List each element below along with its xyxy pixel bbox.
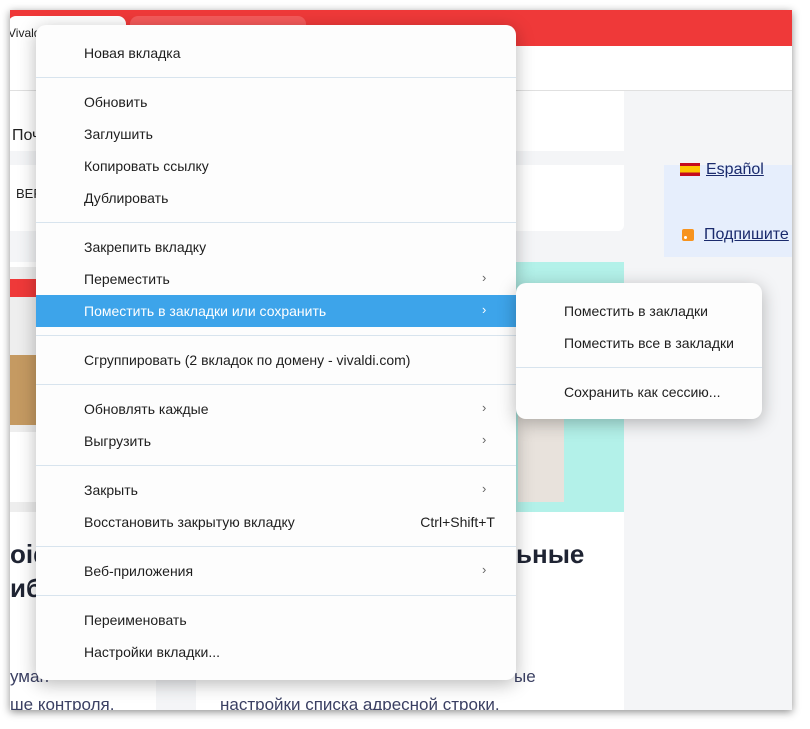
flag-es-icon (680, 163, 700, 177)
menu-item-label: Обновлять каждые (84, 401, 209, 417)
menu-item-web-apps[interactable]: Веб-приложения › (36, 555, 516, 587)
menu-item-duplicate[interactable]: Дублировать (36, 182, 516, 214)
menu-item-group-tabs[interactable]: Сгруппировать (2 вкладок по домену - viv… (36, 344, 516, 376)
chevron-right-icon: › (482, 270, 487, 285)
menu-item-reload-every[interactable]: Обновлять каждые › (36, 393, 516, 425)
tab-context-menu: Новая вкладка Обновить Заглушить Копиров… (36, 25, 516, 680)
menu-item-label: Восстановить закрытую вкладку (84, 514, 295, 530)
lang-label: Español (706, 161, 764, 178)
menu-item-pin-tab[interactable]: Закрепить вкладку (36, 231, 516, 263)
menu-item-label: Переименовать (84, 612, 187, 628)
menu-item-new-tab[interactable]: Новая вкладка (36, 37, 516, 69)
chevron-right-icon: › (482, 400, 487, 415)
submenu-item-label: Поместить в закладки (564, 303, 708, 319)
subscribe-label: Подпишите (704, 226, 789, 243)
menu-separator (36, 335, 516, 336)
menu-item-label: Выгрузить (84, 433, 152, 449)
subscribe-link[interactable]: Подпишите (682, 226, 789, 244)
menu-item-bookmark-or-save[interactable]: Поместить в закладки или сохранить › (36, 295, 516, 327)
menu-separator (516, 367, 762, 368)
chevron-right-icon: › (482, 302, 487, 317)
menu-separator (36, 222, 516, 223)
lang-link-es[interactable]: Español (680, 161, 764, 179)
menu-item-label: Дублировать (84, 190, 169, 206)
menu-item-hibernate[interactable]: Выгрузить › (36, 425, 516, 457)
submenu-item-label: Поместить все в закладки (564, 335, 734, 351)
keyboard-shortcut: Ctrl+Shift+T (420, 514, 495, 530)
menu-item-move[interactable]: Переместить › (36, 263, 516, 295)
menu-item-label: Заглушить (84, 126, 153, 142)
menu-item-mute[interactable]: Заглушить (36, 118, 516, 150)
chevron-right-icon: › (482, 432, 487, 447)
menu-item-label: Поместить в закладки или сохранить (84, 303, 327, 319)
menu-item-close[interactable]: Закрыть › (36, 474, 516, 506)
menu-item-reload[interactable]: Обновить (36, 86, 516, 118)
menu-separator (36, 465, 516, 466)
menu-item-label: Сгруппировать (2 вкладок по домену - viv… (84, 352, 411, 368)
submenu-item-bookmark-all[interactable]: Поместить все в закладки (516, 327, 762, 359)
menu-item-label: Настройки вкладки... (84, 644, 220, 660)
menu-item-label: Закрыть (84, 482, 138, 498)
menu-item-rename[interactable]: Переименовать (36, 604, 516, 636)
article-text-right: ые (514, 667, 536, 686)
article-image-left (10, 267, 38, 512)
bookmark-submenu: Поместить в закладки Поместить все в зак… (516, 283, 762, 419)
menu-separator (36, 595, 516, 596)
menu-item-label: Новая вкладка (84, 45, 181, 61)
chevron-right-icon: › (482, 562, 487, 577)
menu-separator (36, 77, 516, 78)
image-building (10, 355, 38, 425)
menu-item-label: Обновить (84, 94, 148, 110)
menu-separator (36, 384, 516, 385)
rss-icon (682, 228, 694, 241)
submenu-item-save-session[interactable]: Сохранить как сессию... (516, 376, 762, 408)
chevron-right-icon: › (482, 481, 487, 496)
menu-item-label: Копировать ссылку (84, 158, 209, 174)
article-heading-right: ьные (516, 539, 585, 569)
menu-item-label: Закрепить вкладку (84, 239, 207, 255)
menu-item-copy-link[interactable]: Копировать ссылку (36, 150, 516, 182)
menu-item-label: Веб-приложения (84, 563, 194, 579)
submenu-item-bookmark[interactable]: Поместить в закладки (516, 295, 762, 327)
menu-item-tab-settings[interactable]: Настройки вкладки... (36, 636, 516, 668)
menu-separator (36, 546, 516, 547)
article-text-right-2: настройки списка адресной строки, (220, 695, 500, 710)
image-text-area (10, 432, 38, 502)
image-banner (10, 279, 38, 297)
submenu-item-label: Сохранить как сессию... (564, 384, 721, 400)
menu-item-label: Переместить (84, 271, 170, 287)
article-text-left-2: ше контроля, (10, 695, 115, 710)
menu-item-reopen-closed-tab[interactable]: Восстановить закрытую вкладку Ctrl+Shift… (36, 506, 516, 538)
